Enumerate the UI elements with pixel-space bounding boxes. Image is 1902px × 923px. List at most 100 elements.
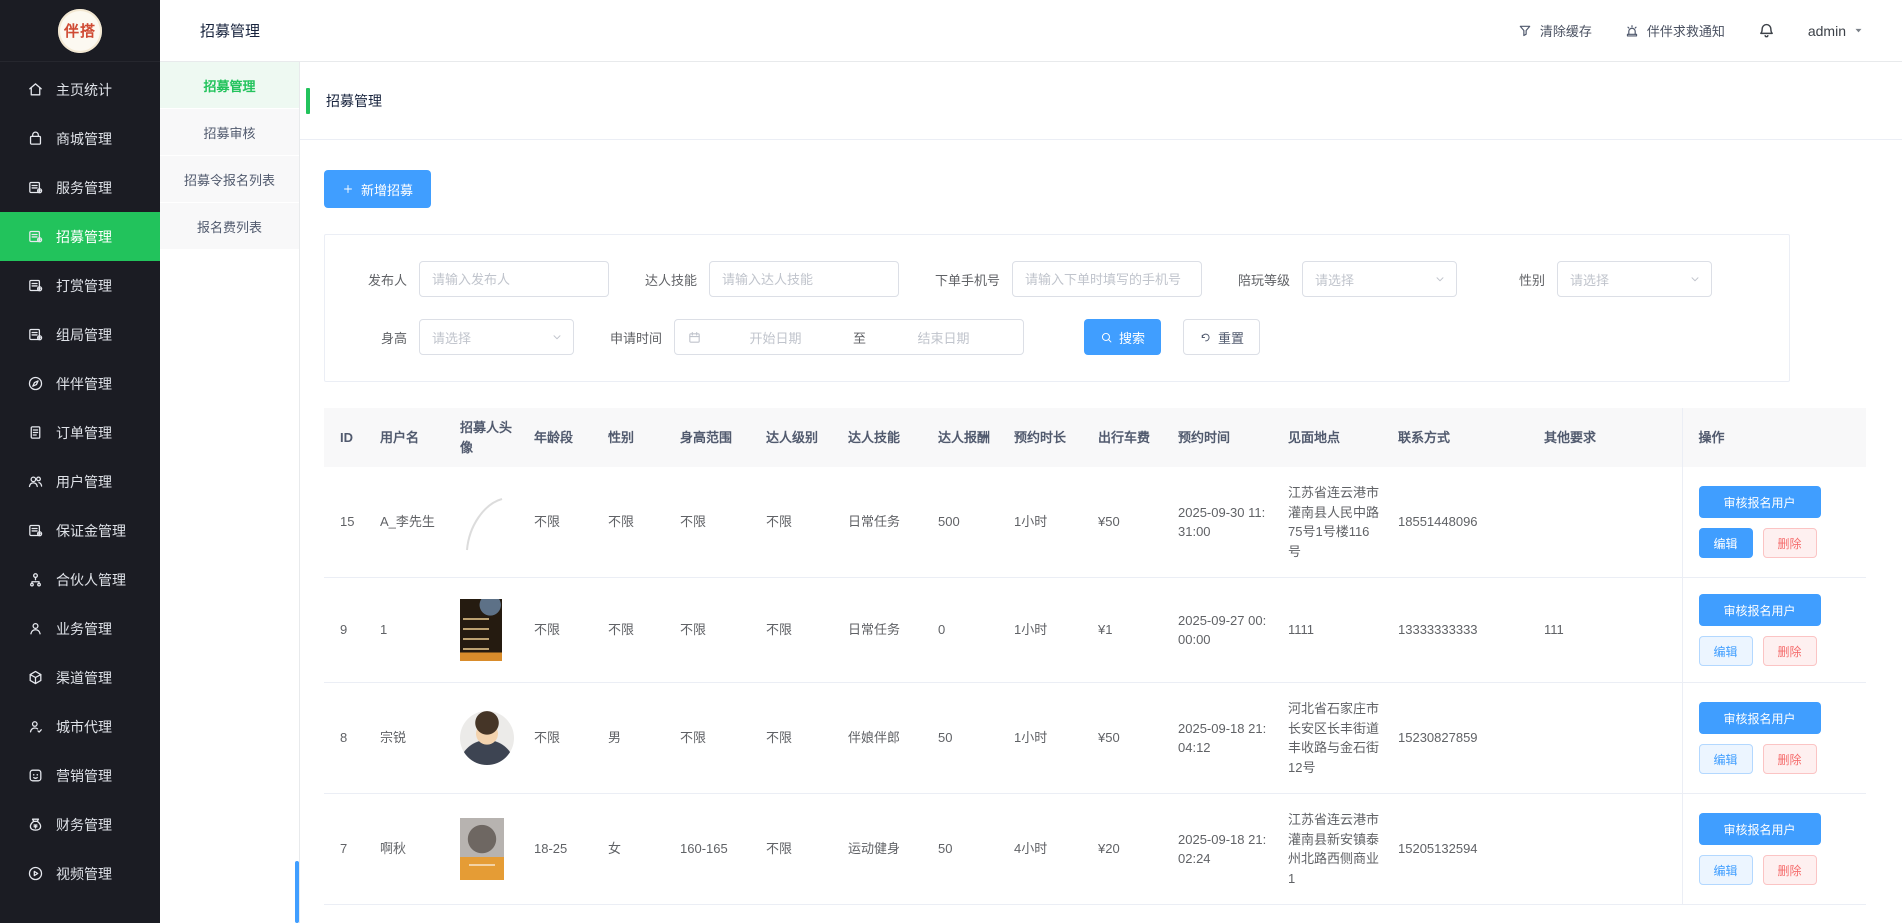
column-header: 其他要求 — [1536, 408, 1682, 467]
sidebar-item-12[interactable]: 渠道管理 — [0, 653, 160, 702]
review-signup-button[interactable]: 审核报名用户 — [1699, 486, 1821, 518]
channel-cube-icon — [27, 669, 44, 686]
card-list-icon — [27, 522, 44, 539]
table-cell-height: 不限 — [672, 467, 758, 578]
sidebar-item-7[interactable]: 订单管理 — [0, 408, 160, 457]
money-bag-icon — [27, 816, 44, 833]
order-phone-input[interactable] — [1012, 261, 1202, 297]
filter-level: 陪玩等级 请选择 — [1238, 261, 1457, 297]
sidebar-item-10[interactable]: 合伙人管理 — [0, 555, 160, 604]
delete-button[interactable]: 删除 — [1763, 528, 1817, 558]
delete-button[interactable]: 删除 — [1763, 855, 1817, 885]
sidebar-item-4[interactable]: 打赏管理 — [0, 261, 160, 310]
delete-button[interactable]: 删除 — [1763, 636, 1817, 666]
clear-cache-button[interactable]: 清除缓存 — [1517, 21, 1592, 40]
table-cell-fee: ¥50 — [1090, 683, 1170, 794]
table-cell-duration: 1小时 — [1006, 467, 1090, 578]
level-select[interactable]: 请选择 — [1302, 261, 1457, 297]
table-cell-pay: 500 — [930, 467, 1006, 578]
edit-button[interactable]: 编辑 — [1699, 528, 1753, 558]
bell-icon[interactable] — [1757, 21, 1776, 40]
submenu-scrollbar-thumb[interactable] — [295, 861, 299, 923]
table-cell-avatar — [452, 683, 526, 794]
column-header: 联系方式 — [1390, 408, 1536, 467]
submenu-item-1[interactable]: 招募审核 — [160, 109, 299, 156]
height-select-placeholder: 请选择 — [432, 328, 471, 347]
sidebar-item-14[interactable]: 营销管理 — [0, 751, 160, 800]
height-label: 身高 — [355, 328, 407, 347]
sidebar-item-8[interactable]: 用户管理 — [0, 457, 160, 506]
table-cell-gender: 女 — [600, 794, 672, 905]
sidebar-item-5[interactable]: 组局管理 — [0, 310, 160, 359]
edit-button[interactable]: 编辑 — [1699, 636, 1753, 666]
submenu-item-0[interactable]: 招募管理 — [160, 62, 299, 109]
table-cell-age: 不限 — [526, 683, 600, 794]
column-header: 性别 — [600, 408, 672, 467]
sidebar-item-16[interactable]: 视频管理 — [0, 849, 160, 898]
skill-label: 达人技能 — [645, 270, 697, 289]
column-header: 年龄段 — [526, 408, 600, 467]
sos-notice-label: 伴伴求救通知 — [1647, 21, 1725, 40]
column-header: 出行车费 — [1090, 408, 1170, 467]
table-row: 8宗锐不限男不限不限伴娘伴郎501小时¥502025-09-18 21:04:1… — [324, 683, 1866, 794]
edit-button[interactable]: 编辑 — [1699, 744, 1753, 774]
sidebar-item-6[interactable]: 伴伴管理 — [0, 359, 160, 408]
search-icon — [1100, 331, 1113, 344]
order-phone-label: 下单手机号 — [935, 270, 1000, 289]
submenu-item-2[interactable]: 招募令报名列表 — [160, 156, 299, 203]
review-signup-button[interactable]: 审核报名用户 — [1699, 813, 1821, 845]
submenu-title: 招募管理 — [160, 20, 300, 41]
column-header: 见面地点 — [1280, 408, 1390, 467]
user-dropdown[interactable]: admin — [1808, 23, 1864, 39]
table-cell-age: 不限 — [526, 467, 600, 578]
column-header: 预约时长 — [1006, 408, 1090, 467]
review-signup-button[interactable]: 审核报名用户 — [1699, 594, 1821, 626]
submenu-item-3[interactable]: 报名费列表 — [160, 203, 299, 250]
sidebar-item-9[interactable]: 保证金管理 — [0, 506, 160, 555]
submenu-list: 招募管理招募审核招募令报名列表报名费列表 — [160, 62, 299, 250]
card-list-icon — [27, 228, 44, 245]
search-button[interactable]: 搜索 — [1084, 319, 1161, 355]
sidebar-item-15[interactable]: 财务管理 — [0, 800, 160, 849]
action-mini-row: 编辑删除 — [1699, 528, 1859, 558]
sidebar-item-1[interactable]: 商城管理 — [0, 114, 160, 163]
review-signup-button[interactable]: 审核报名用户 — [1699, 702, 1821, 734]
table-cell-pay: 0 — [930, 578, 1006, 683]
reset-button[interactable]: 重置 — [1183, 319, 1260, 355]
chevron-down-icon — [1689, 273, 1701, 285]
table-cell-id: 9 — [324, 578, 372, 683]
sidebar-item-label: 组局管理 — [56, 325, 112, 345]
edit-button[interactable]: 编辑 — [1699, 855, 1753, 885]
sidebar-item-2[interactable]: 服务管理 — [0, 163, 160, 212]
column-header: 预约时间 — [1170, 408, 1280, 467]
publisher-input[interactable] — [419, 261, 609, 297]
sos-alarm-icon — [1624, 23, 1640, 39]
chevron-down-icon — [1434, 273, 1446, 285]
clear-cache-icon — [1517, 23, 1533, 39]
gender-select[interactable]: 请选择 — [1557, 261, 1712, 297]
table-cell-time: 2025-09-30 11:31:00 — [1170, 467, 1280, 578]
sidebar-item-label: 用户管理 — [56, 472, 112, 492]
delete-button[interactable]: 删除 — [1763, 744, 1817, 774]
submenu-panel: 招募管理招募审核招募令报名列表报名费列表 — [160, 62, 300, 923]
sidebar-item-13[interactable]: 城市代理 — [0, 702, 160, 751]
table-cell-time: 2025-09-18 21:02:24 — [1170, 794, 1280, 905]
add-recruit-label: 新增招募 — [361, 180, 413, 199]
sos-notice-button[interactable]: 伴伴求救通知 — [1624, 21, 1725, 40]
add-recruit-button[interactable]: 新增招募 — [324, 170, 431, 208]
sidebar-item-11[interactable]: 业务管理 — [0, 604, 160, 653]
start-date-input[interactable]: 开始日期 — [708, 328, 843, 347]
apply-time-range-picker[interactable]: 开始日期 至 结束日期 — [674, 319, 1024, 355]
sidebar-item-0[interactable]: 主页统计 — [0, 65, 160, 114]
table-cell-level: 不限 — [758, 467, 840, 578]
users-icon — [27, 473, 44, 490]
skill-input[interactable] — [709, 261, 899, 297]
end-date-input[interactable]: 结束日期 — [876, 328, 1011, 347]
table-cell-avatar — [452, 794, 526, 905]
agent-person-icon — [27, 718, 44, 735]
sidebar-item-label: 合伙人管理 — [56, 570, 126, 590]
username-label: admin — [1808, 23, 1846, 39]
column-header: 用户名 — [372, 408, 452, 467]
height-select[interactable]: 请选择 — [419, 319, 574, 355]
sidebar-item-3[interactable]: 招募管理 — [0, 212, 160, 261]
